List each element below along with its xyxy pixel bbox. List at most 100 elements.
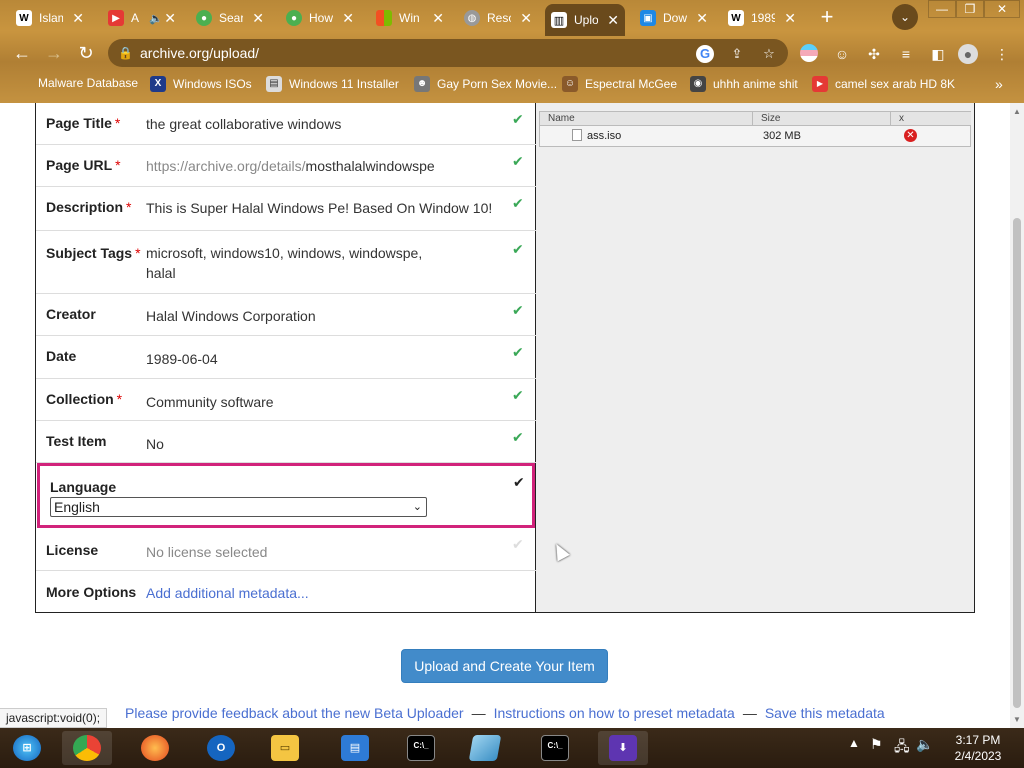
tab-youtube[interactable]: ▶ A 🔈 ✕ bbox=[102, 4, 182, 32]
page-scrollbar[interactable]: ▲ ▼ bbox=[1010, 103, 1024, 728]
bookmark-gay-porn[interactable]: ☻ Gay Porn Sex Movie... bbox=[414, 76, 557, 92]
tab-download[interactable]: ▣ Dow ✕ bbox=[634, 4, 714, 32]
separator: — bbox=[471, 705, 486, 721]
close-tab-icon[interactable]: ✕ bbox=[607, 12, 619, 29]
taskbar-firefox[interactable] bbox=[130, 731, 180, 765]
chrome-icon bbox=[73, 735, 101, 761]
tab-label: Reso bbox=[487, 11, 511, 25]
scrollbar-thumb[interactable] bbox=[1013, 218, 1021, 708]
scroll-up-icon[interactable]: ▲ bbox=[1013, 107, 1021, 116]
taskbar-cmd-2[interactable]: C:\_ bbox=[530, 731, 580, 765]
bookmark-camel[interactable]: ▶ camel sex arab HD 8K bbox=[812, 76, 955, 92]
row-more-options: More Options Add additional metadata... bbox=[36, 571, 536, 613]
bookmarks-bar: Malware Database X Windows ISOs ▤ Window… bbox=[0, 72, 1024, 96]
close-tab-icon[interactable]: ✕ bbox=[164, 10, 176, 27]
bookmark-espectral-mcgee[interactable]: ☺ Espectral McGee bbox=[562, 76, 677, 92]
close-tab-icon[interactable]: ✕ bbox=[784, 10, 796, 27]
profile-avatar-icon[interactable]: ● bbox=[958, 44, 978, 64]
close-tab-icon[interactable]: ✕ bbox=[520, 10, 532, 27]
forward-button[interactable]: → bbox=[42, 41, 66, 65]
volume-icon[interactable]: 🔈 bbox=[916, 736, 933, 753]
wikipedia-icon: W bbox=[728, 10, 744, 26]
creator-field[interactable]: Halal Windows Corporation bbox=[146, 306, 491, 326]
description-field[interactable]: This is Super Halal Windows Pe! Based On… bbox=[146, 198, 506, 218]
taskbar-explorer[interactable]: ▭ bbox=[260, 731, 310, 765]
close-tab-icon[interactable]: ✕ bbox=[342, 10, 354, 27]
tab-resources[interactable]: ◍ Reso ✕ bbox=[458, 4, 538, 32]
file-table: Name Size x ass.iso 302 MB ✕ bbox=[539, 111, 971, 147]
start-button[interactable]: ⊞ bbox=[2, 731, 52, 765]
close-tab-icon[interactable]: ✕ bbox=[252, 10, 264, 27]
close-tab-icon[interactable]: ✕ bbox=[432, 10, 444, 27]
collection-field[interactable]: Community software bbox=[146, 392, 491, 412]
tab-label: 1989 bbox=[751, 11, 775, 25]
share-icon[interactable]: ⇪ bbox=[728, 45, 746, 63]
bookmark-label: Gay Porn Sex Movie... bbox=[437, 77, 558, 91]
column-header-remove[interactable]: x bbox=[891, 112, 971, 126]
license-field[interactable]: No license selected bbox=[146, 542, 491, 562]
column-header-name[interactable]: Name bbox=[540, 112, 753, 126]
speaker-icon[interactable]: 🔈 bbox=[149, 12, 163, 25]
close-tab-icon[interactable]: ✕ bbox=[696, 10, 708, 27]
close-tab-icon[interactable]: ✕ bbox=[72, 10, 84, 27]
bookmark-malware-database[interactable]: Malware Database bbox=[38, 76, 138, 90]
side-panel-icon[interactable]: ◧ bbox=[928, 44, 948, 64]
back-button[interactable]: ← bbox=[10, 41, 34, 65]
taskbar-chrome[interactable] bbox=[62, 731, 112, 765]
new-tab-button[interactable]: + bbox=[815, 6, 839, 30]
extension-flag-icon[interactable] bbox=[800, 44, 818, 62]
field-label: Page URL * bbox=[46, 157, 121, 173]
reading-list-icon[interactable]: ≡ bbox=[896, 44, 916, 64]
extensions-puzzle-icon[interactable]: ✣ bbox=[864, 44, 884, 64]
lock-icon[interactable]: 🔒 bbox=[118, 46, 134, 60]
address-bar[interactable]: 🔒 archive.org/upload/ G ⇪ ☆ bbox=[108, 39, 788, 67]
taskbar-notepad[interactable] bbox=[460, 731, 510, 765]
upload-create-item-button[interactable]: Upload and Create Your Item bbox=[401, 649, 608, 683]
bookmark-star-icon[interactable]: ☆ bbox=[760, 45, 778, 63]
page-url-field[interactable]: https://archive.org/details/mosthalalwin… bbox=[146, 156, 491, 176]
checkmark-icon: ✔ bbox=[512, 241, 524, 257]
subject-tags-field[interactable]: microsoft, windows10, windows, windowspe… bbox=[146, 243, 436, 283]
bookmark-windows-11-installer[interactable]: ▤ Windows 11 Installer bbox=[266, 76, 399, 92]
tab-search-button[interactable]: ⌄ bbox=[892, 4, 918, 30]
google-lens-icon[interactable]: G bbox=[696, 45, 714, 63]
reload-button[interactable]: ↻ bbox=[74, 41, 98, 65]
tab-label: Dow bbox=[663, 11, 687, 25]
close-window-button[interactable]: ✕ bbox=[984, 0, 1020, 18]
youtube-icon: ▶ bbox=[812, 76, 828, 92]
kebab-menu-icon[interactable]: ⋮ bbox=[992, 44, 1012, 64]
field-label: Language bbox=[50, 479, 117, 495]
minimize-button[interactable]: — bbox=[928, 0, 956, 18]
preset-instructions-link[interactable]: Instructions on how to preset metadata bbox=[494, 705, 735, 721]
action-center-flag-icon[interactable]: ⚑ bbox=[870, 736, 883, 753]
feedback-link[interactable]: Please provide feedback about the new Be… bbox=[125, 705, 464, 721]
column-header-size[interactable]: Size bbox=[753, 112, 891, 126]
bookmark-anime[interactable]: ◉ uhhh anime shit bbox=[690, 76, 798, 92]
remove-file-icon[interactable]: ✕ bbox=[904, 129, 917, 142]
system-clock[interactable]: 3:17 PM 2/4/2023 bbox=[940, 732, 1016, 764]
save-metadata-link[interactable]: Save this metadata bbox=[765, 705, 885, 721]
date-field[interactable]: 1989-06-04 bbox=[146, 349, 491, 369]
taskbar-control-panel[interactable]: ▤ bbox=[330, 731, 380, 765]
tab-search[interactable]: ● Sear ✕ bbox=[190, 4, 270, 32]
row-license: License No license selected ✔ bbox=[36, 528, 536, 571]
taskbar-cmd-1[interactable]: C:\_ bbox=[396, 731, 446, 765]
tab-windows[interactable]: Win ✕ bbox=[370, 4, 450, 32]
extension-avatar-icon[interactable]: ☺ bbox=[832, 44, 852, 64]
show-hidden-icons-button[interactable]: ▲ bbox=[848, 736, 860, 750]
tab-islam[interactable]: W Islam ✕ bbox=[10, 4, 90, 32]
tab-upload[interactable]: ▥ Uplo ✕ bbox=[545, 4, 625, 36]
maximize-button[interactable]: ❐ bbox=[956, 0, 984, 18]
tab-1989[interactable]: W 1989 ✕ bbox=[722, 4, 802, 32]
network-icon[interactable]: 🖧 bbox=[894, 736, 910, 760]
scroll-down-icon[interactable]: ▼ bbox=[1013, 715, 1021, 724]
tab-how[interactable]: ● How ✕ bbox=[280, 4, 360, 32]
page-title-field[interactable]: the great collaborative windows bbox=[146, 114, 491, 134]
taskbar-obama[interactable]: O bbox=[196, 731, 246, 765]
bookmark-windows-isos[interactable]: X Windows ISOs bbox=[150, 76, 252, 92]
language-select[interactable]: English ⌄ bbox=[50, 497, 427, 517]
bookmarks-overflow-button[interactable]: » bbox=[995, 76, 1003, 92]
add-metadata-link[interactable]: Add additional metadata... bbox=[146, 583, 491, 603]
test-item-field[interactable]: No bbox=[146, 434, 491, 454]
taskbar-installer[interactable]: ⬇ bbox=[598, 731, 648, 765]
